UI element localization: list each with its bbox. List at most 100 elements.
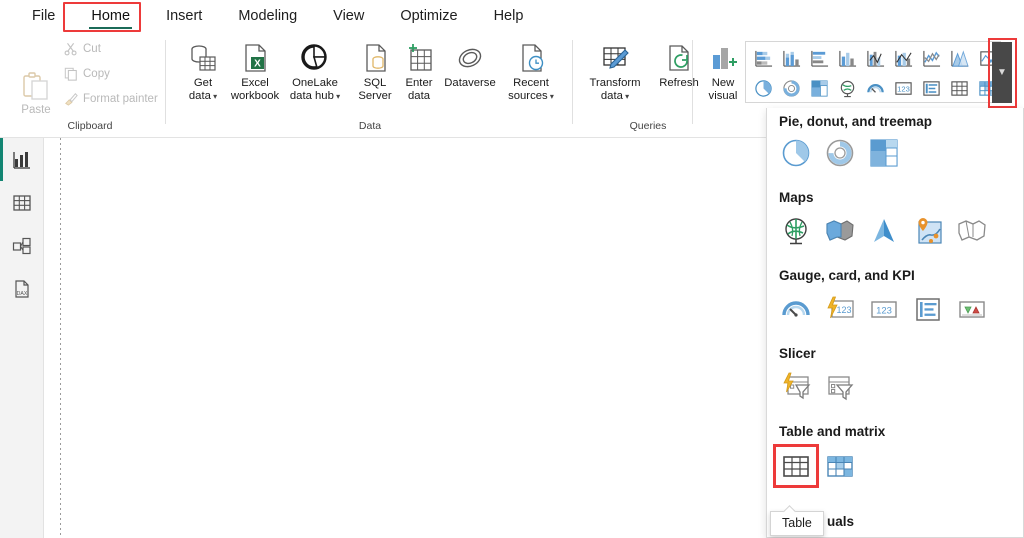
filled-map-icon[interactable]: [821, 212, 859, 250]
visual-gallery-flyout: Pie, donut, and treemap Maps Gauge, card…: [766, 108, 1024, 538]
svg-text:123: 123: [836, 305, 851, 315]
tab-home-label: Home: [91, 8, 131, 24]
treemap-icon[interactable]: [805, 74, 833, 102]
shape-map-icon[interactable]: [953, 212, 991, 250]
chevron-down-icon[interactable]: ▾: [623, 92, 629, 101]
matrix-icon[interactable]: [821, 447, 859, 485]
paste-icon: [6, 68, 66, 104]
pie-chart-icon[interactable]: [777, 134, 815, 172]
gallery-row-2: 123: [749, 74, 1001, 102]
flyout-section-title-table-and-matrix: Table and matrix: [779, 424, 886, 439]
paste-button[interactable]: Paste: [6, 68, 66, 116]
donut-chart-icon[interactable]: [821, 134, 859, 172]
tab-view-label: View: [333, 8, 365, 24]
visual-gallery: 123: [745, 41, 1001, 103]
canvas-left-guide-line: [60, 138, 61, 538]
power-bi-desktop-window: File Home Insert Modeling View Optimize …: [0, 0, 1024, 538]
gauge-icon[interactable]: [861, 74, 889, 102]
format-painter-button[interactable]: Format painter: [64, 92, 158, 106]
gauge-icon[interactable]: [777, 290, 815, 328]
clustered-column-chart-icon[interactable]: [833, 44, 861, 72]
copy-label: Copy: [83, 68, 110, 80]
sidebar-item-table-view[interactable]: [0, 181, 44, 224]
scissors-icon: [64, 42, 78, 56]
sidebar-item-model-view[interactable]: [0, 224, 44, 267]
100-stacked-bar-chart-icon[interactable]: [861, 44, 889, 72]
treemap-icon[interactable]: [865, 134, 903, 172]
recent-sources-icon: [498, 40, 564, 74]
slicer-new-icon[interactable]: [777, 368, 815, 406]
table-icon[interactable]: [945, 74, 973, 102]
transform-data-button[interactable]: Transform data ▾: [578, 40, 652, 103]
tab-file-label: File: [32, 8, 56, 24]
excel-workbook-button[interactable]: X Excel workbook: [224, 40, 286, 102]
gallery-expand-scroll-button[interactable]: ▼: [992, 42, 1012, 103]
donut-chart-icon[interactable]: [777, 74, 805, 102]
chevron-down-icon[interactable]: ▾: [334, 92, 340, 101]
table-icon[interactable]: [773, 444, 819, 488]
transform-data-icon: [578, 40, 652, 74]
svg-text:X: X: [254, 59, 261, 70]
pie-chart-icon[interactable]: [749, 74, 777, 102]
card-new-icon[interactable]: 123: [821, 290, 859, 328]
transform-line2: data: [600, 89, 623, 102]
line-chart-icon[interactable]: [917, 44, 945, 72]
table-grid-icon: [12, 193, 32, 213]
excel-workbook-icon: X: [224, 40, 286, 74]
dataverse-icon: [434, 40, 506, 74]
recent-sources-button[interactable]: Recent sources ▾: [498, 40, 564, 103]
multi-row-card-icon[interactable]: [917, 74, 945, 102]
recent-line2: sources: [508, 89, 548, 102]
area-chart-icon[interactable]: [945, 44, 973, 72]
100-stacked-column-chart-icon[interactable]: [889, 44, 917, 72]
flyout-row-slicer: [767, 368, 1023, 406]
excel-workbook-label: Excel workbook: [224, 77, 286, 102]
sidebar-item-dax-query-view[interactable]: DAX: [0, 267, 44, 310]
new-visual-line1: New: [711, 77, 735, 89]
recent-line1: Recent: [513, 77, 549, 89]
stacked-column-chart-icon[interactable]: [777, 44, 805, 72]
shape-map-pin-icon[interactable]: [909, 212, 947, 250]
clustered-bar-chart-icon[interactable]: [805, 44, 833, 72]
copy-button[interactable]: Copy: [64, 67, 110, 81]
model-relationship-icon: [12, 236, 32, 256]
tab-view[interactable]: View: [319, 4, 378, 30]
slicer-icon[interactable]: [821, 368, 859, 406]
tab-help[interactable]: Help: [480, 4, 538, 30]
svg-text:123: 123: [876, 306, 892, 317]
card-123-icon[interactable]: 123: [865, 290, 903, 328]
dax-query-icon: DAX: [12, 279, 32, 299]
card-icon[interactable]: 123: [889, 74, 917, 102]
flyout-row-gauge-card-kpi: 123 123: [767, 290, 1023, 328]
chevron-down-icon[interactable]: ▾: [548, 92, 554, 101]
dataverse-button[interactable]: Dataverse: [434, 40, 506, 90]
get-data-line1: Get: [193, 77, 213, 89]
tab-help-label: Help: [493, 8, 524, 24]
ribbon-separator-1: [165, 40, 166, 124]
tab-home[interactable]: Home: [77, 4, 144, 30]
tab-file[interactable]: File: [18, 4, 69, 30]
enter-line2: data: [408, 89, 430, 102]
sidebar-item-report-view[interactable]: [0, 138, 44, 181]
kpi-icon[interactable]: [953, 290, 991, 328]
stacked-bar-chart-icon[interactable]: [749, 44, 777, 72]
ribbon-tab-bar: File Home Insert Modeling View Optimize …: [0, 0, 1024, 34]
map-globe-icon[interactable]: [777, 212, 815, 250]
tab-insert-label: Insert: [166, 8, 203, 24]
tab-modeling[interactable]: Modeling: [224, 4, 311, 30]
sql-line1: SQL: [363, 77, 387, 89]
tab-insert[interactable]: Insert: [152, 4, 216, 30]
map-icon[interactable]: [833, 74, 861, 102]
left-nav-rail: DAX: [0, 138, 44, 538]
chevron-down-icon[interactable]: ▾: [211, 92, 217, 101]
onelake-data-hub-icon: [284, 40, 346, 74]
azure-map-icon[interactable]: [865, 212, 903, 250]
cut-button[interactable]: Cut: [64, 42, 101, 56]
tab-optimize[interactable]: Optimize: [386, 4, 471, 30]
gallery-row-1: [749, 44, 1001, 72]
multi-row-card-icon[interactable]: [909, 290, 947, 328]
report-bar-chart-icon: [12, 150, 32, 170]
sql-line2: Server: [358, 89, 392, 102]
excel-line2: workbook: [230, 89, 280, 102]
onelake-data-hub-button[interactable]: OneLake data hub ▾: [284, 40, 346, 103]
